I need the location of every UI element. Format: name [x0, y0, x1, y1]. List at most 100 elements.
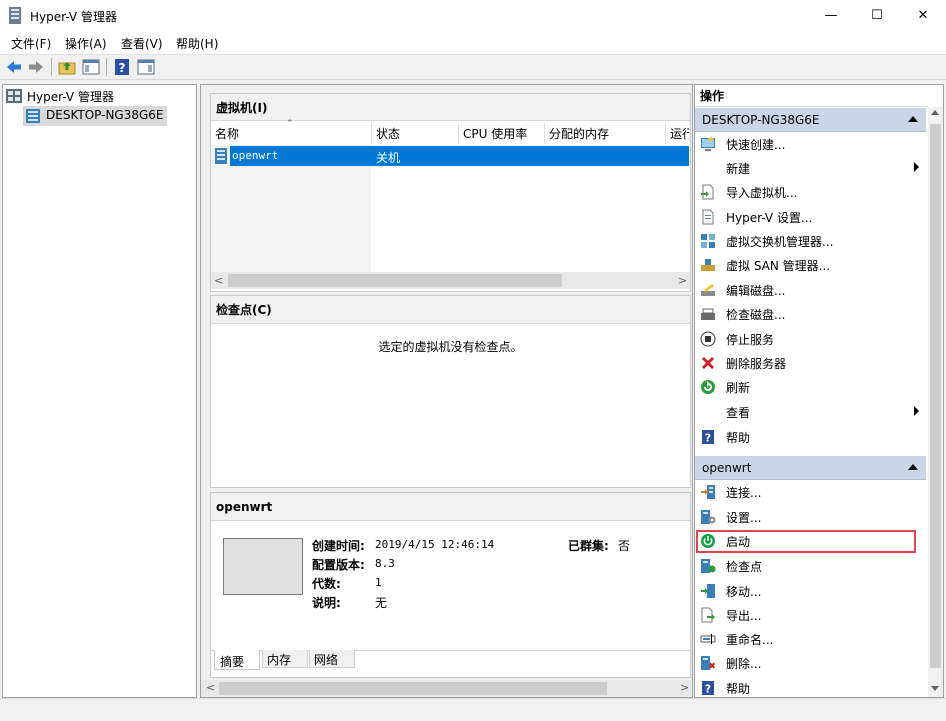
rename-icon: [700, 631, 716, 647]
action-help-vm[interactable]: ? 帮助: [700, 676, 921, 700]
action-edit-disk[interactable]: 编辑磁盘...: [700, 278, 921, 302]
server-icon: [26, 109, 40, 123]
action-label: 移动...: [726, 584, 762, 599]
close-button[interactable]: ✕: [900, 0, 946, 31]
tab-summary[interactable]: 摘要: [214, 650, 260, 670]
vm-panel-header: 虚拟机(I): [211, 94, 690, 121]
action-label: 快速创建...: [726, 137, 786, 152]
toolbar-separator: [106, 58, 107, 76]
col-uptime[interactable]: 运行: [666, 123, 689, 144]
action-help-host[interactable]: ? 帮助: [700, 425, 921, 449]
hyperv-app-icon: [9, 7, 21, 24]
submenu-arrow-icon: [914, 162, 919, 172]
tree-host-label: DESKTOP-NG38G6E: [46, 108, 164, 122]
action-label: 帮助: [726, 430, 751, 445]
menu-view[interactable]: 查看(V): [121, 35, 163, 52]
action-label: 编辑磁盘...: [726, 283, 786, 298]
sort-ascending-icon: ⌃: [286, 119, 294, 129]
scroll-down-icon[interactable]: [931, 686, 939, 691]
connect-icon: [700, 484, 716, 500]
settings-document-icon: [700, 209, 716, 225]
help-icon[interactable]: ?: [113, 58, 131, 76]
scroll-up-icon[interactable]: [931, 110, 939, 115]
vm-group-header[interactable]: openwrt: [695, 456, 926, 480]
action-view[interactable]: 查看: [700, 400, 921, 424]
blank-icon: [700, 160, 716, 176]
vm-thumbnail: [223, 538, 303, 595]
action-virtual-san-manager[interactable]: 虚拟 SAN 管理器...: [700, 253, 921, 277]
action-label: 导出...: [726, 608, 762, 623]
action-quick-create[interactable]: 快速创建...: [700, 132, 921, 156]
clustered-value: 否: [618, 539, 631, 553]
action-label: 导入虚拟机...: [726, 185, 798, 200]
collapse-icon[interactable]: [908, 464, 918, 470]
center-hscroll-thumb[interactable]: [219, 682, 607, 695]
action-export[interactable]: 导出...: [700, 603, 921, 627]
action-connect[interactable]: 连接...: [700, 480, 921, 504]
action-label: 检查点: [726, 559, 763, 574]
col-cpu[interactable]: CPU 使用率: [459, 123, 545, 144]
action-label: 检查磁盘...: [726, 307, 786, 322]
action-refresh[interactable]: 刷新: [700, 375, 921, 399]
menu-action[interactable]: 操作(A): [65, 35, 107, 52]
action-rename[interactable]: 重命名...: [700, 627, 921, 651]
col-state[interactable]: 状态: [372, 123, 459, 144]
action-inspect-disk[interactable]: 检查磁盘...: [700, 302, 921, 326]
action-label: 帮助: [726, 681, 751, 696]
action-label: 删除...: [726, 656, 762, 671]
action-label: Hyper-V 设置...: [726, 210, 813, 225]
action-checkpoint[interactable]: 检查点: [700, 554, 921, 578]
action-move[interactable]: 移动...: [700, 579, 921, 603]
actions-vscroll-thumb[interactable]: [930, 124, 941, 668]
virtual-san-icon: [700, 257, 716, 273]
action-stop-service[interactable]: 停止服务: [700, 327, 921, 351]
vm-name-cell: openwrt: [232, 149, 279, 162]
col-memory[interactable]: 分配的内存: [545, 123, 666, 144]
quick-create-icon: [700, 136, 716, 152]
vm-row-openwrt[interactable]: [230, 146, 689, 166]
tab-network[interactable]: 网络: [309, 650, 355, 668]
scroll-right-icon[interactable]: >: [678, 274, 687, 287]
forward-arrow-icon[interactable]: [27, 58, 45, 76]
menu-file[interactable]: 文件(F): [11, 35, 51, 52]
toolbar-separator: [51, 58, 52, 76]
action-label: 虚拟交换机管理器...: [726, 234, 834, 249]
config-label: 配置版本:: [312, 558, 365, 572]
window-title: Hyper-V 管理器: [30, 10, 117, 24]
action-label: 停止服务: [726, 332, 775, 347]
action-remove-server[interactable]: 删除服务器: [700, 351, 921, 375]
vm-hscroll-thumb[interactable]: [228, 274, 562, 287]
scroll-left-icon[interactable]: <: [206, 681, 215, 694]
show-hide-tree-icon[interactable]: [82, 58, 100, 76]
action-new[interactable]: 新建: [700, 156, 921, 180]
up-folder-icon[interactable]: [58, 58, 76, 76]
host-group-header[interactable]: DESKTOP-NG38G6E: [695, 108, 926, 132]
svg-text:?: ?: [705, 432, 711, 445]
highlight-box: [696, 530, 916, 553]
action-vm-settings[interactable]: 设置...: [700, 505, 921, 529]
help-icon: ?: [700, 680, 716, 696]
tree-root-label[interactable]: Hyper-V 管理器: [27, 88, 114, 105]
collapse-icon[interactable]: [908, 116, 918, 122]
menu-help[interactable]: 帮助(H): [176, 35, 218, 52]
action-label: 设置...: [726, 510, 762, 525]
back-arrow-icon[interactable]: [5, 58, 23, 76]
maximize-button[interactable]: ☐: [854, 0, 900, 31]
action-import-vm[interactable]: 导入虚拟机...: [700, 180, 921, 204]
checkpoints-empty-message: 选定的虚拟机没有检查点。: [378, 340, 523, 354]
svg-text:?: ?: [705, 683, 711, 696]
minimize-button[interactable]: —: [808, 0, 854, 31]
scroll-left-icon[interactable]: <: [214, 274, 223, 287]
notes-value: 无: [375, 596, 388, 610]
action-delete[interactable]: 删除...: [700, 651, 921, 675]
action-virtual-switch-manager[interactable]: 虚拟交换机管理器...: [700, 229, 921, 253]
tab-memory[interactable]: 内存: [262, 650, 308, 668]
action-hyperv-settings[interactable]: Hyper-V 设置...: [700, 205, 921, 229]
hyperv-manager-icon: [6, 89, 22, 103]
scroll-right-icon[interactable]: >: [680, 681, 689, 694]
action-label: 新建: [726, 161, 751, 176]
show-hide-action-pane-icon[interactable]: [137, 58, 155, 76]
refresh-icon: [700, 379, 716, 395]
action-label: 查看: [726, 405, 751, 420]
clustered-label: 已群集:: [568, 539, 609, 553]
